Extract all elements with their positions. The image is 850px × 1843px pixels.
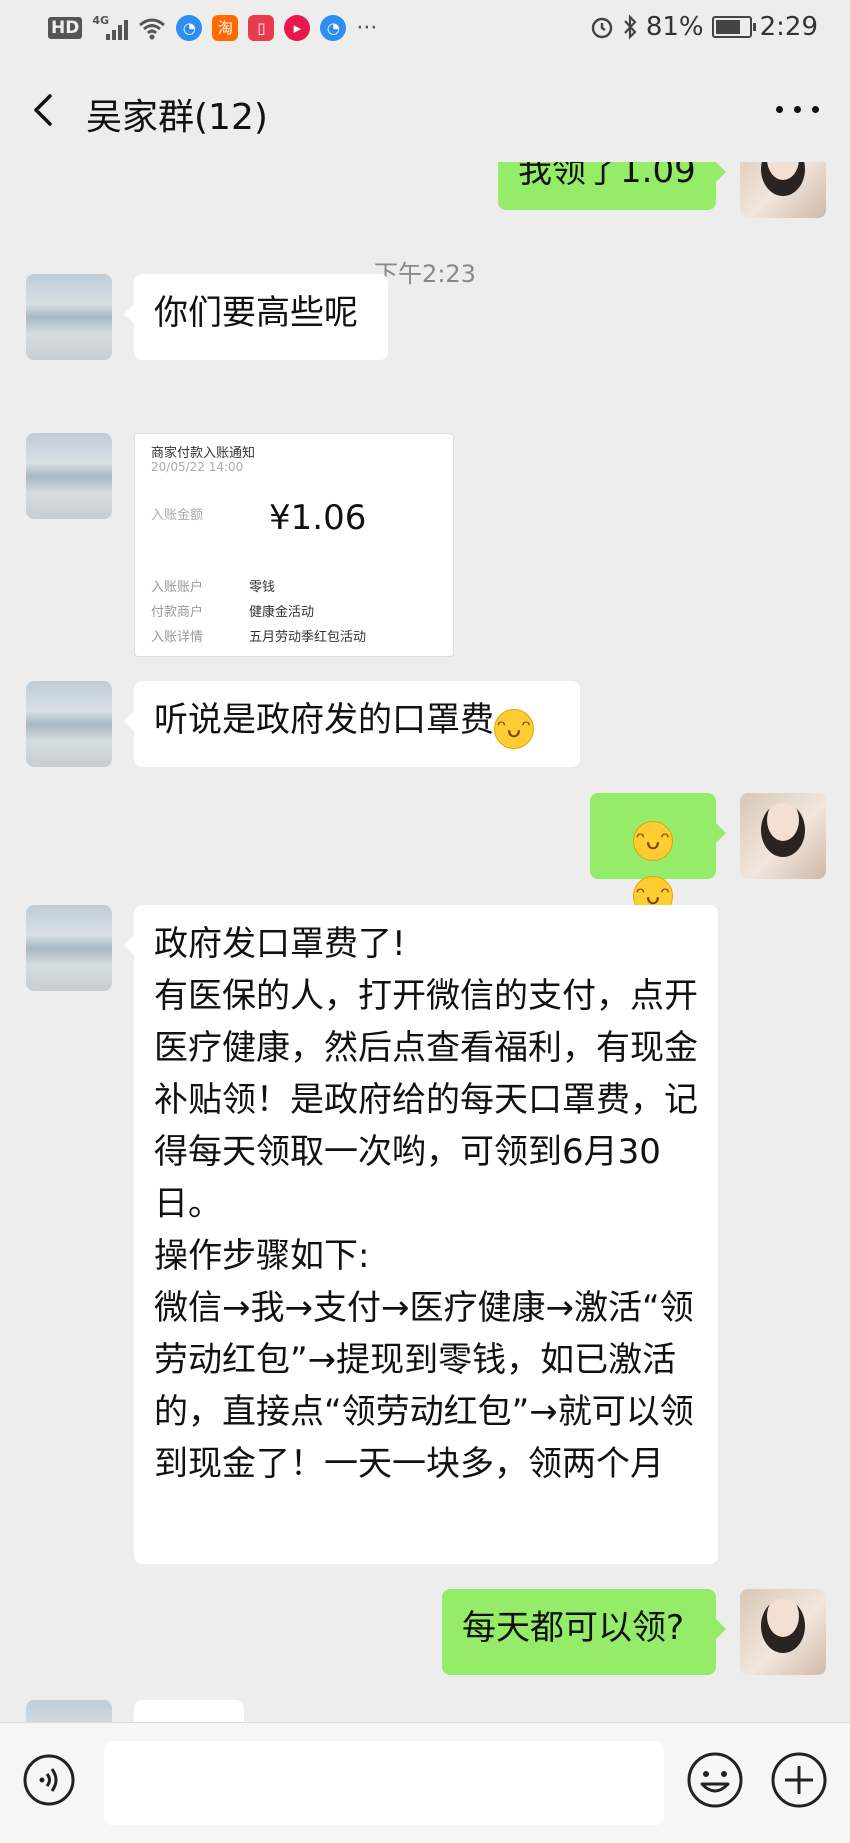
avatar-self[interactable] — [740, 1589, 826, 1675]
app-notification-icon: ◔ — [176, 15, 203, 41]
more-icon[interactable] — [770, 84, 826, 136]
message-input[interactable] — [104, 1741, 664, 1825]
receipt-date: 20/05/22 14:00 — [151, 460, 244, 474]
grin-emoji-icon: ᵔᴗᵔ — [494, 709, 534, 749]
avatar-member[interactable] — [26, 1700, 112, 1722]
status-bar: HD 4G ◔ 淘 ▯ ▸ ◔ ··· 81% 2:29 — [0, 0, 850, 58]
avatar-member[interactable] — [26, 274, 112, 360]
alarm-icon — [591, 17, 613, 39]
chat-area[interactable]: 我领了1.09 下午2:23 你们要高些呢 商家付款入账通知 20/05/22 … — [0, 160, 850, 1722]
avatar-member[interactable] — [26, 905, 112, 991]
more-notifications-icon: ··· — [356, 15, 378, 41]
message-received-bubble[interactable]: 政府发口罩费了! 有医保的人，打开微信的支付，点开医疗健康，然后点查看福利，有现… — [124, 905, 718, 1564]
message-received-bubble[interactable]: 你们要高些呢 — [124, 274, 388, 360]
video-app-icon: ▸ — [284, 15, 311, 41]
receipt-row-label: 入账详情 — [151, 630, 204, 645]
back-arrow-icon[interactable] — [24, 84, 64, 136]
voice-icon[interactable] — [22, 1753, 76, 1807]
input-bar — [0, 1722, 850, 1843]
receipt-row-label: 付款商户 — [151, 605, 204, 620]
chat-title: 吴家群(12) — [86, 97, 268, 138]
avatar-member[interactable] — [26, 433, 112, 519]
reader-app-icon: ▯ — [248, 15, 275, 41]
message-timestamp: 下午2:23 — [374, 260, 476, 288]
receipt-amount-label: 入账金额 — [151, 508, 204, 523]
status-right: 81% 2:29 — [590, 12, 818, 42]
hd-indicator: HD — [48, 17, 83, 39]
message-received-bubble-partial[interactable] — [134, 1700, 244, 1722]
grin-emoji-icon: ᵔᴗᵔ — [633, 821, 673, 861]
message-received-bubble[interactable]: 听说是政府发的口罩费 ᵔᴗᵔ — [124, 681, 580, 767]
emoji-icon[interactable] — [686, 1751, 744, 1809]
battery-percent: 81% — [645, 12, 704, 42]
network-type: 4G — [92, 14, 110, 27]
receipt-row-value: 零钱 — [249, 580, 276, 595]
receipt-title: 商家付款入账通知 — [151, 446, 256, 461]
bluetooth-icon — [623, 14, 637, 40]
message-sent-bubble[interactable]: 每天都可以领? — [442, 1589, 726, 1675]
message-sent-bubble[interactable]: 我领了1.09 — [498, 160, 726, 210]
message-text: 听说是政府发的口罩费 — [154, 700, 494, 740]
receipt-row-label: 入账账户 — [151, 580, 204, 595]
clock: 2:29 — [759, 12, 818, 42]
receipt-row-value: 健康金活动 — [249, 605, 315, 620]
wifi-icon — [139, 18, 166, 40]
avatar-self[interactable] — [740, 793, 826, 879]
status-left: HD 4G ◔ 淘 ▯ ▸ ◔ ··· — [48, 14, 377, 42]
avatar-member[interactable] — [26, 681, 112, 767]
signal-icon: 4G — [92, 14, 129, 42]
receipt-amount: ¥1.06 — [269, 498, 367, 538]
avatar-self[interactable] — [740, 160, 826, 218]
taobao-icon: 淘 — [212, 15, 239, 41]
app-notification-icon-2: ◔ — [320, 15, 347, 41]
payment-receipt-image[interactable]: 商家付款入账通知 20/05/22 14:00 入账金额 ¥1.06 入账账户 … — [134, 433, 454, 657]
message-sent-emoji-bubble[interactable]: ᵔᴗᵔ ᵔᴗᵔ — [590, 793, 726, 916]
chat-header: 吴家群(12) — [0, 58, 850, 162]
receipt-row-value: 五月劳动季红包活动 — [249, 630, 367, 645]
plus-icon[interactable] — [770, 1751, 828, 1809]
battery-icon — [711, 16, 756, 38]
